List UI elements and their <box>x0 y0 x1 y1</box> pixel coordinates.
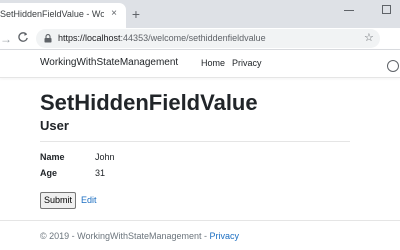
lock-icon <box>44 34 52 43</box>
submit-button[interactable]: Submit <box>40 192 76 209</box>
reload-icon-svg <box>18 32 28 42</box>
footer-text: © 2019 - WorkingWithStateManagement - Pr… <box>40 231 239 241</box>
address-bar[interactable]: https://localhost:44353/welcome/sethidde… <box>36 29 380 48</box>
divider <box>40 141 350 142</box>
site-footer: © 2019 - WorkingWithStateManagement - Pr… <box>0 220 400 250</box>
page-subtitle: User <box>40 118 69 133</box>
page-title: SetHiddenFieldValue <box>40 90 258 115</box>
browser-tab-strip: SetHiddenFieldValue - WorkingW × + <box>0 0 400 28</box>
new-tab-icon[interactable]: + <box>128 6 144 22</box>
navbar-brand[interactable]: WorkingWithStateManagement <box>40 57 178 68</box>
reload-icon[interactable] <box>16 31 30 47</box>
edit-link[interactable]: Edit <box>81 195 97 205</box>
field-label-age: Age <box>40 168 58 178</box>
field-label-name: Name <box>40 152 65 162</box>
forward-icon[interactable]: → <box>0 31 12 47</box>
maximize-window-icon[interactable] <box>382 5 391 14</box>
close-tab-icon[interactable]: × <box>107 7 121 21</box>
tab-title: SetHiddenFieldValue - WorkingW <box>0 9 104 19</box>
field-value-age: 31 <box>95 168 106 178</box>
url-path: :44353/welcome/sethiddenfieldvalue <box>120 33 266 43</box>
field-value-name: John <box>95 152 115 162</box>
site-navbar: WorkingWithStateManagement Home Privacy <box>0 50 400 78</box>
minimize-window-icon[interactable] <box>344 10 354 11</box>
browser-toolbar: → https://localhost:44353/welcome/sethid… <box>0 28 400 72</box>
browser-tab[interactable]: SetHiddenFieldValue - WorkingW × <box>0 3 126 28</box>
url-host: https://localhost <box>58 33 121 43</box>
footer-privacy-link[interactable]: Privacy <box>210 231 240 241</box>
url-text: https://localhost:44353/welcome/sethidde… <box>58 33 266 43</box>
nav-link-home[interactable]: Home <box>201 58 225 68</box>
footer-copyright: © 2019 - WorkingWithStateManagement - <box>40 231 210 241</box>
nav-link-privacy[interactable]: Privacy <box>232 58 262 68</box>
bookmark-star-icon[interactable]: ☆ <box>364 32 374 44</box>
